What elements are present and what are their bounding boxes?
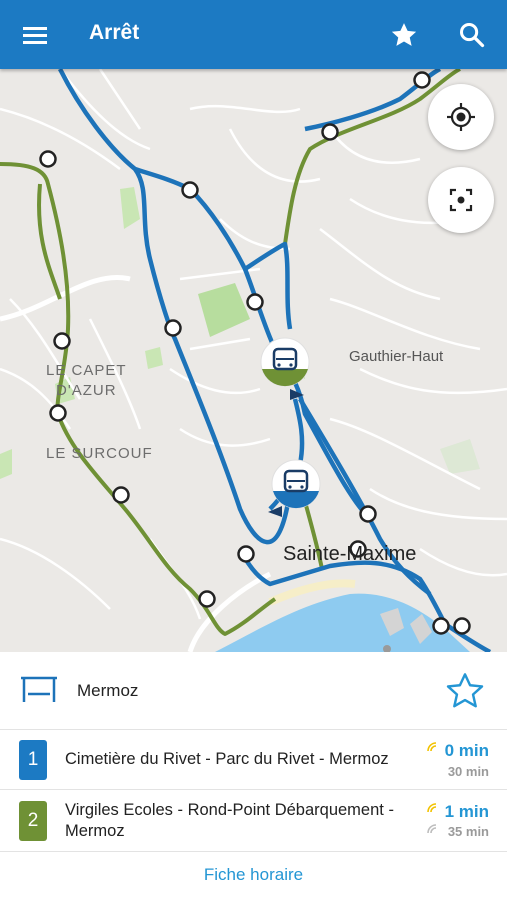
realtime-icon xyxy=(427,803,437,813)
line-badge: 2 xyxy=(19,801,47,841)
my-location-button[interactable] xyxy=(428,84,494,150)
map-label-gauthier: Gauthier-Haut xyxy=(349,348,444,365)
following-departure: 30 min xyxy=(447,764,489,779)
line-row-2[interactable]: 2 Virgiles Ecoles - Rond-Point Débarquem… xyxy=(0,790,507,852)
map-label-town: Sainte-Maxime xyxy=(283,543,417,565)
hamburger-menu-icon[interactable] xyxy=(20,22,50,48)
bus-marker-2 xyxy=(268,459,321,517)
park-area xyxy=(0,449,12,479)
line-name: Cimetière du Rivet - Parc du Rivet - Mer… xyxy=(65,750,389,768)
next-departure: 0 min xyxy=(444,741,489,760)
map-label-capet: LE CAPET xyxy=(46,362,127,379)
map-label-capet-2: D'AZUR xyxy=(56,382,117,399)
map-label-surcouf: LE SURCOUF xyxy=(46,445,153,462)
following-departure: 35 min xyxy=(447,824,489,839)
line-row-1[interactable]: 1 Cimetière du Rivet - Parc du Rivet - M… xyxy=(0,730,507,790)
recenter-button[interactable] xyxy=(428,167,494,233)
star-icon[interactable] xyxy=(389,20,419,50)
recenter-icon xyxy=(449,188,473,212)
my-location-icon xyxy=(447,103,475,131)
realtime-icon xyxy=(427,742,437,752)
stop-header: Mermoz xyxy=(0,652,507,730)
next-departure: 1 min xyxy=(444,802,489,821)
stop-name: Mermoz xyxy=(77,681,139,700)
line-name: Virgiles Ecoles - Rond-Point Débarquemen… xyxy=(65,801,394,840)
bus-stop-icon xyxy=(20,676,58,704)
page-title: Arrêt xyxy=(89,21,140,44)
bus-marker-1 xyxy=(260,337,310,400)
timetable-link[interactable]: Fiche horaire xyxy=(0,852,507,900)
park-area xyxy=(120,187,140,229)
park-area xyxy=(145,347,163,369)
park-area xyxy=(198,283,250,337)
route-map[interactable]: LE CAPET D'AZUR LE SURCOUF Gauthier-Haut… xyxy=(0,69,507,652)
main-roads xyxy=(0,275,272,652)
favorite-stop-button[interactable] xyxy=(444,670,486,712)
search-icon[interactable] xyxy=(458,21,486,49)
app-bar: Arrêt xyxy=(0,0,507,69)
park-area xyxy=(440,439,480,474)
line-badge: 1 xyxy=(19,740,47,780)
realtime-icon xyxy=(427,824,437,834)
star-outline-icon xyxy=(446,673,484,708)
